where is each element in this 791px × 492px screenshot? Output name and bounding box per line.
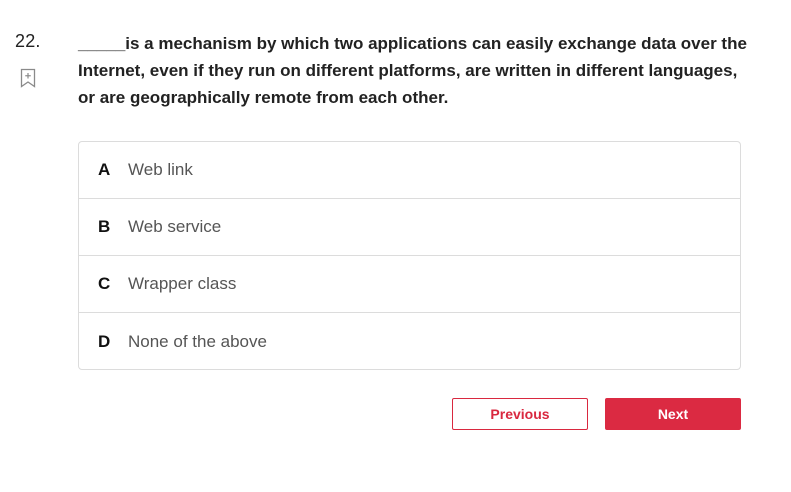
option-text: Web service	[128, 217, 222, 236]
option-letter: D	[98, 331, 111, 351]
option-text: None of the above	[128, 331, 267, 351]
question-number: 22.	[15, 31, 41, 51]
option-a[interactable]: A Web link	[79, 142, 740, 199]
option-text: Wrapper class	[128, 274, 237, 293]
option-b[interactable]: B Web service	[79, 199, 740, 256]
question-text: _____is a mechanism by which two applica…	[78, 34, 747, 107]
previous-button[interactable]: Previous	[452, 398, 588, 430]
answer-options: A Web link B Web service C Wrapper class…	[78, 141, 741, 370]
bookmark-add-icon[interactable]	[20, 68, 36, 88]
quiz-page: 22. _____is a mechanism by which two app…	[0, 0, 791, 492]
option-text: Web link	[128, 160, 193, 179]
option-letter: B	[98, 217, 111, 236]
option-c[interactable]: C Wrapper class	[79, 256, 740, 313]
next-button[interactable]: Next	[605, 398, 741, 430]
option-d[interactable]: D None of the above	[79, 313, 740, 369]
option-letter: A	[98, 160, 111, 179]
option-letter: C	[98, 274, 111, 293]
